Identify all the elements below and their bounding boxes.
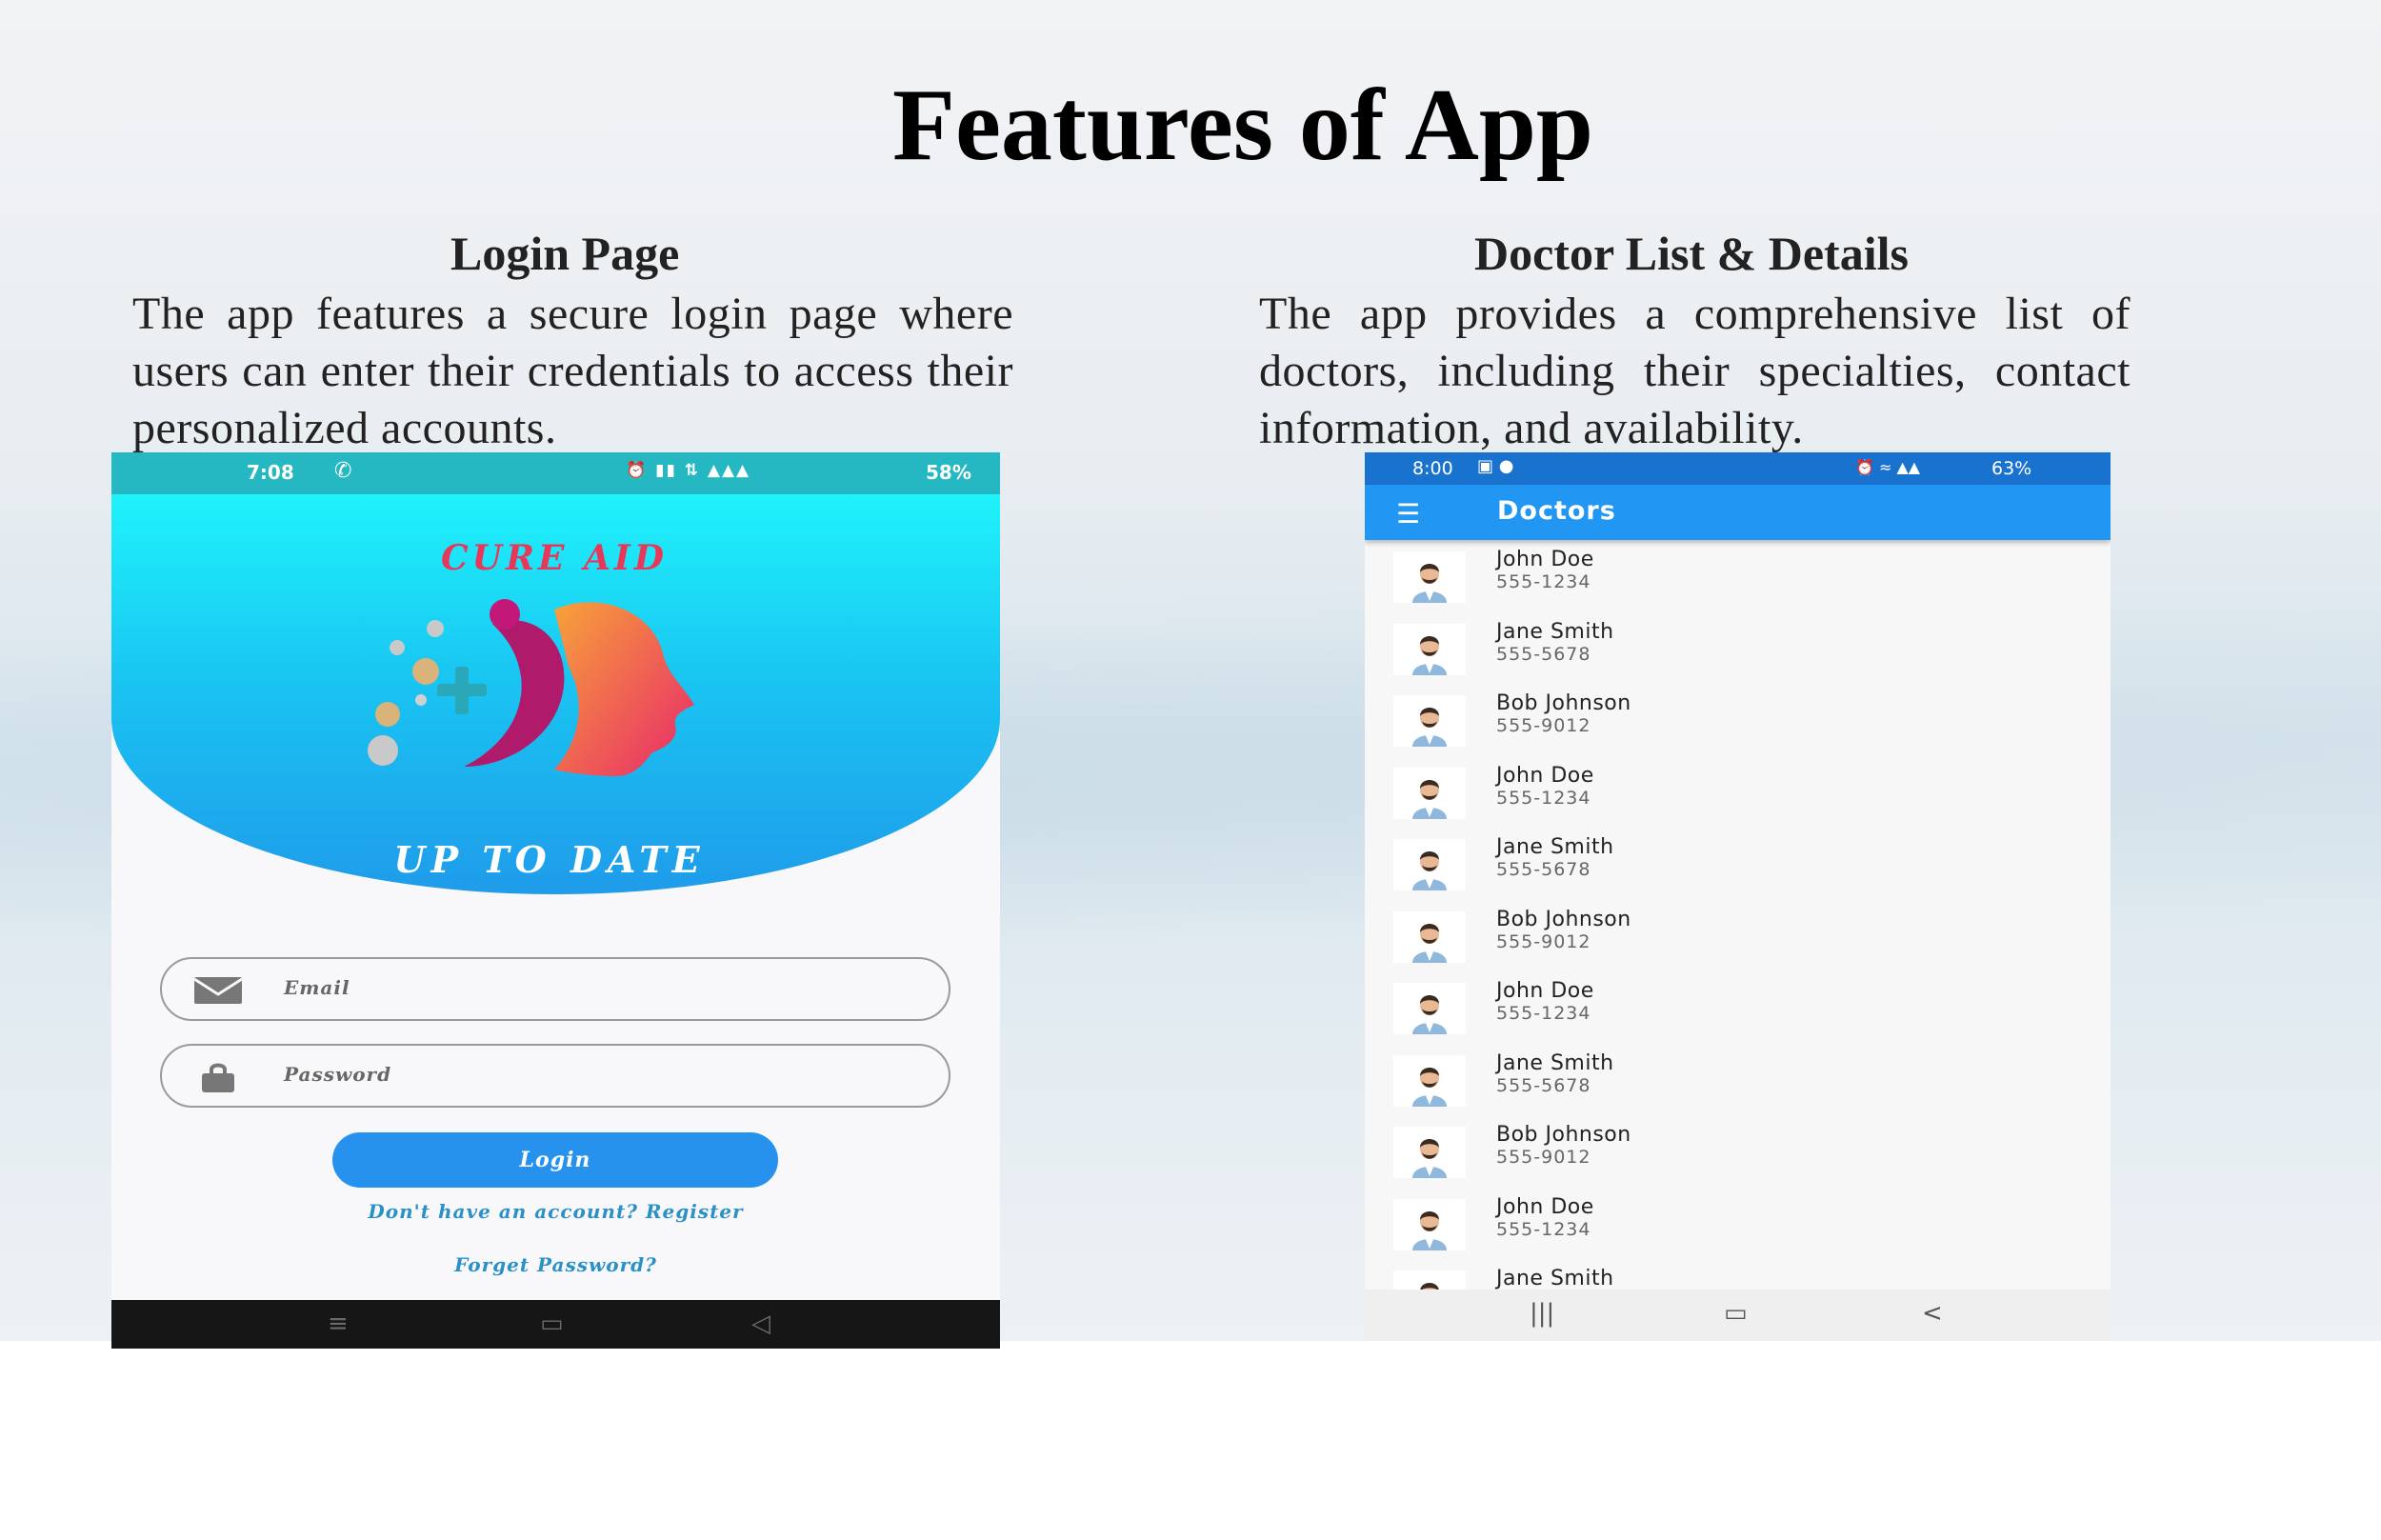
doctor-avatar-icon (1393, 551, 1466, 603)
password-field[interactable]: Password (160, 1044, 950, 1108)
doctor-list-item[interactable]: Jane Smith (1365, 1259, 2111, 1290)
whatsapp-icon: ✆ (334, 459, 352, 483)
doctor-section-heading: Doctor List & Details (1474, 227, 1909, 280)
doctor-avatar-icon (1393, 1054, 1466, 1107)
doctor-phone: 555-5678 (1496, 643, 1591, 665)
back-icon[interactable]: ◁ (751, 1310, 770, 1338)
doctor-name: Jane Smith (1496, 1050, 1614, 1075)
doctor-avatar-icon (1393, 695, 1466, 747)
home-icon[interactable]: ▭ (540, 1310, 564, 1338)
doctor-name: Jane Smith (1496, 1267, 1614, 1290)
doctor-phone: 555-5678 (1496, 859, 1591, 880)
status-time: 8:00 (1412, 458, 1453, 479)
back-icon[interactable]: < (1922, 1299, 1943, 1328)
doctor-list: John Doe 555-1234 Jane Smith 555-5678 Bob Jo… (1365, 540, 2111, 1290)
battery-level: 58% (926, 461, 971, 484)
email-field[interactable]: Email (160, 957, 950, 1021)
android-nav-bar: ||| ▭ < (1365, 1290, 2111, 1341)
doctor-avatar-icon (1393, 910, 1466, 963)
home-icon[interactable]: ▭ (1724, 1299, 1748, 1328)
doctor-list-screenshot: 8:00 ▣ ● ⏰ ≈ ▲▲ 63% ☰ Doctors John Doe 55… (1365, 452, 2111, 1341)
doctor-list-item[interactable]: John Doe 555-1234 (1365, 540, 2111, 611)
doctor-list-item[interactable]: John Doe 555-1234 (1365, 1188, 2111, 1259)
doctor-name: Bob Johnson (1496, 691, 1631, 715)
password-placeholder: Password (284, 1063, 392, 1086)
doctor-name: Jane Smith (1496, 835, 1614, 859)
login-section-heading: Login Page (450, 227, 680, 280)
recents-icon[interactable]: ≡ (328, 1310, 349, 1338)
app-bar: ☰ Doctors (1365, 485, 2111, 540)
doctor-avatar-icon (1393, 767, 1466, 819)
doctor-avatar-icon (1393, 1198, 1466, 1250)
doctor-list-item[interactable]: Bob Johnson 555-9012 (1365, 1115, 2111, 1187)
status-bar: 8:00 ▣ ● ⏰ ≈ ▲▲ 63% (1365, 452, 2111, 485)
doctor-avatar-icon (1393, 1270, 1466, 1290)
tagline: UP TO DATE (393, 838, 706, 881)
doctor-list-item[interactable]: Jane Smith 555-5678 (1365, 828, 2111, 899)
battery-level: 63% (1991, 458, 2032, 479)
doctor-phone: 555-5678 (1496, 1074, 1591, 1096)
doctor-phone: 555-9012 (1496, 930, 1591, 952)
doctor-avatar-icon (1393, 839, 1466, 890)
notification-icons: ▣ ● (1477, 456, 1514, 476)
doctor-name: John Doe (1496, 1194, 1594, 1219)
menu-icon[interactable]: ☰ (1396, 498, 1420, 530)
login-screenshot: 7:08 ✆ ⏰ ▮▮ ⇅ ▲▲▲ 58% CURE AID UP TO DAT… (111, 452, 1000, 1349)
doctor-phone: 555-1234 (1496, 571, 1591, 592)
doctor-name: John Doe (1496, 548, 1594, 571)
email-placeholder: Email (284, 976, 350, 999)
doctor-name: John Doe (1496, 979, 1594, 1003)
android-nav-bar: ≡ ▭ ◁ (111, 1300, 1000, 1349)
doctor-name: Jane Smith (1496, 619, 1614, 644)
doctor-list-item[interactable]: Bob Johnson 555-9012 (1365, 900, 2111, 971)
cure-aid-logo (368, 599, 694, 776)
status-bar: 7:08 ✆ ⏰ ▮▮ ⇅ ▲▲▲ 58% (111, 452, 1000, 494)
doctor-name: Bob Johnson (1496, 1123, 1631, 1147)
doctor-avatar-icon (1393, 983, 1466, 1034)
recents-icon[interactable]: ||| (1530, 1299, 1554, 1328)
lock-icon (202, 1063, 234, 1092)
slide-title: Features of App (891, 69, 1593, 182)
doctor-phone: 555-1234 (1496, 1218, 1591, 1240)
doctor-name: John Doe (1496, 763, 1594, 788)
status-icons: ⏰ ≈ ▲▲ (1855, 458, 1921, 476)
login-button[interactable]: Login (332, 1132, 778, 1188)
doctor-list-item[interactable]: John Doe 555-1234 (1365, 971, 2111, 1043)
register-link[interactable]: Don't have an account? Register (111, 1200, 1000, 1223)
doctor-phone: 555-9012 (1496, 715, 1591, 736)
forgot-password-link[interactable]: Forget Password? (111, 1253, 1000, 1276)
doctor-avatar-icon (1393, 623, 1466, 675)
doctor-phone: 555-1234 (1496, 787, 1591, 809)
doctor-list-item[interactable]: Jane Smith 555-5678 (1365, 612, 2111, 684)
doctor-phone: 555-9012 (1496, 1147, 1591, 1168)
doctor-list-item[interactable]: John Doe 555-1234 (1365, 756, 2111, 828)
mail-icon (194, 977, 242, 1004)
doctor-list-item[interactable]: Jane Smith 555-5678 (1365, 1044, 2111, 1115)
status-icons: ⏰ ▮▮ ⇅ ▲▲▲ (626, 461, 751, 480)
doctor-name: Bob Johnson (1496, 907, 1631, 931)
doctor-list-item[interactable]: Bob Johnson 555-9012 (1365, 684, 2111, 755)
doctor-phone: 555-1234 (1496, 1003, 1591, 1024)
app-bar-title: Doctors (1497, 496, 1616, 526)
login-section-description: The app features a secure login page whe… (132, 289, 1013, 453)
doctor-avatar-icon (1393, 1127, 1466, 1178)
status-time: 7:08 (247, 461, 294, 484)
doctor-section-description: The app provides a comprehensive list of… (1259, 289, 2131, 453)
